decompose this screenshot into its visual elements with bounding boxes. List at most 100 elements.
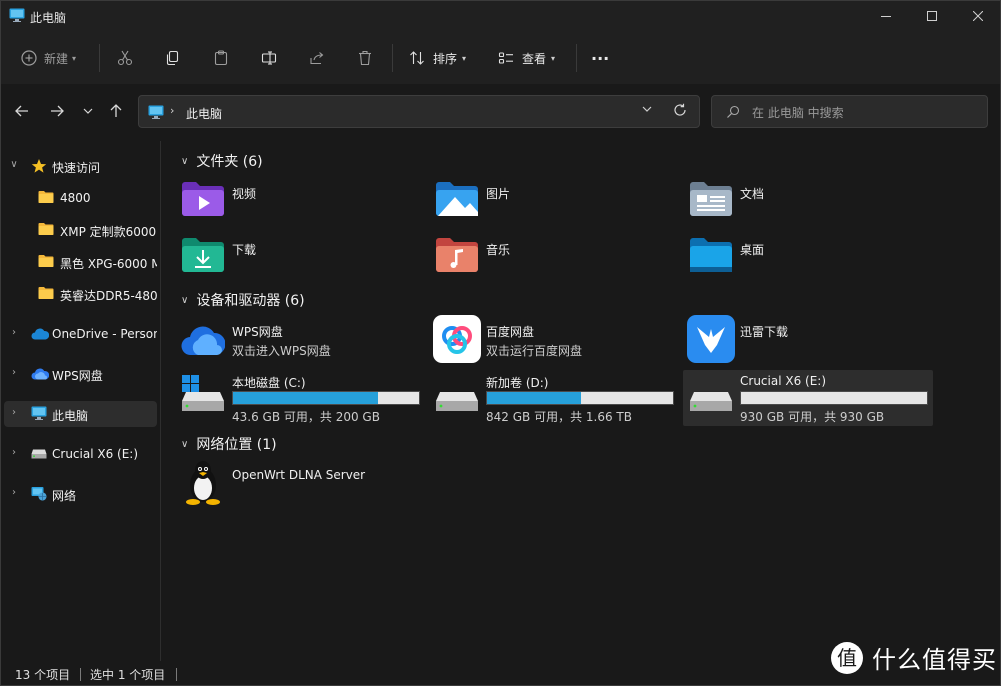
folder-documents[interactable]: 文档: [689, 181, 939, 221]
expand-chevron-icon[interactable]: ›: [9, 487, 19, 498]
sidebar-item-label: 英睿达DDR5-4800: [60, 289, 157, 303]
paste-button[interactable]: [213, 42, 229, 74]
maximize-button[interactable]: [909, 0, 955, 32]
section-header-folders[interactable]: ∨ 文件夹 (6): [181, 151, 263, 171]
item-label: 音乐: [486, 243, 511, 257]
sidebar-item-label: 4800: [60, 191, 91, 205]
navigation-row: › 此电脑: [0, 84, 1001, 141]
folder-videos[interactable]: 视频: [181, 181, 431, 221]
chevron-down-icon: [83, 108, 93, 114]
breadcrumb[interactable]: 此电脑: [186, 105, 222, 122]
sort-button[interactable]: 排序 ▾: [409, 42, 466, 74]
app-xunlei-download[interactable]: 迅雷下载: [687, 315, 937, 367]
collapse-chevron-icon[interactable]: ∨: [181, 439, 188, 450]
breadcrumb-chevron-icon[interactable]: ›: [170, 104, 174, 117]
arrow-left-icon: [15, 105, 28, 117]
section-header-devices[interactable]: ∨ 设备和驱动器 (6): [181, 290, 305, 310]
trash-icon: [359, 50, 371, 66]
item-label: 本地磁盘 (C:): [232, 376, 306, 390]
drive-usage-bar: [232, 391, 420, 405]
chevron-down-icon: ▾: [551, 53, 556, 63]
wps-cloud-icon: [31, 368, 49, 380]
music-folder-icon: [436, 238, 478, 272]
item-label: Crucial X6 (E:): [740, 374, 827, 388]
cut-button[interactable]: [117, 42, 133, 74]
item-subtitle: 双击进入WPS网盘: [232, 344, 331, 358]
expand-chevron-icon[interactable]: ›: [9, 447, 19, 458]
sidebar-item-network[interactable]: › 网络: [4, 481, 157, 507]
copy-button[interactable]: [165, 42, 181, 74]
folder-icon: [38, 287, 54, 299]
sidebar-item-label: 快速访问: [52, 161, 101, 175]
view-button[interactable]: 查看 ▾: [498, 42, 555, 74]
folder-icon: [38, 191, 54, 203]
app-baidu-netdisk[interactable]: 百度网盘 双击运行百度网盘: [433, 315, 683, 367]
up-button[interactable]: [104, 99, 128, 123]
refresh-button[interactable]: [673, 103, 687, 120]
expand-chevron-icon[interactable]: ›: [9, 407, 19, 418]
arrow-up-icon: [110, 104, 122, 117]
delete-button[interactable]: [357, 42, 373, 74]
sidebar-item-quick-access[interactable]: ∨ 快速访问: [4, 153, 157, 179]
app-wps-drive[interactable]: WPS网盘 双击进入WPS网盘: [181, 317, 431, 365]
sidebar-item-onedrive[interactable]: › OneDrive - Personal: [4, 321, 157, 347]
copy-icon: [166, 50, 179, 66]
folder-pictures[interactable]: 图片: [435, 181, 685, 221]
expand-chevron-icon[interactable]: ∨: [9, 159, 19, 170]
sidebar-item-label: XMP 定制款6000: [60, 225, 157, 239]
sidebar-item-xpg-6000[interactable]: 黑色 XPG-6000 M: [4, 249, 157, 275]
new-button[interactable]: 新建 ▾: [21, 42, 76, 74]
toolbar-divider: [99, 44, 100, 72]
address-bar[interactable]: › 此电脑: [138, 95, 700, 128]
network-icon: [31, 487, 47, 501]
section-title: 文件夹 (6): [196, 154, 263, 170]
minimize-button[interactable]: [863, 0, 909, 32]
wps-cloud-icon: [181, 326, 225, 356]
sidebar-item-xmp-6000[interactable]: XMP 定制款6000: [4, 217, 157, 243]
sidebar-item-crucial-ddr5[interactable]: 英睿达DDR5-4800: [4, 281, 157, 307]
command-bar: 新建 ▾ 排序 ▾ 查看 ▾ ···: [0, 32, 1001, 85]
watermark-text: 什么值得买: [872, 646, 997, 674]
sidebar-item-this-pc[interactable]: › 此电脑: [4, 401, 157, 427]
sidebar-item-4800[interactable]: 4800: [4, 185, 157, 211]
forward-button[interactable]: [45, 99, 69, 123]
sidebar-item-label: 网络: [52, 489, 77, 503]
expand-chevron-icon[interactable]: ›: [9, 327, 19, 338]
title-bar: 此电脑: [0, 0, 1001, 32]
search-box[interactable]: [711, 95, 988, 128]
drive-e-crucial-x6[interactable]: Crucial X6 (E:) 930 GB 可用，共 930 GB: [683, 370, 933, 426]
search-input[interactable]: [750, 102, 979, 124]
item-label: 桌面: [740, 243, 765, 257]
star-icon: [31, 159, 47, 173]
expand-chevron-icon[interactable]: ›: [9, 367, 19, 378]
collapse-chevron-icon[interactable]: ∨: [181, 295, 188, 306]
rename-icon: [261, 51, 277, 65]
view-list-icon: [498, 52, 513, 64]
collapse-chevron-icon[interactable]: ∨: [181, 156, 188, 167]
share-button[interactable]: [309, 42, 325, 74]
recent-locations-button[interactable]: [76, 99, 100, 123]
folder-downloads[interactable]: 下载: [181, 237, 431, 277]
folder-music[interactable]: 音乐: [435, 237, 685, 277]
more-options-button[interactable]: ···: [591, 42, 609, 74]
plus-circle-icon: [21, 50, 37, 66]
sidebar-item-wps-drive[interactable]: › WPS网盘: [4, 361, 157, 387]
back-button[interactable]: [10, 99, 34, 123]
address-history-button[interactable]: [642, 104, 652, 117]
item-label: 下载: [232, 243, 257, 257]
minimize-icon: [881, 16, 891, 17]
sidebar-item-crucial-x6[interactable]: › Crucial X6 (E:): [4, 441, 157, 467]
network-dlna-server[interactable]: OpenWrt DLNA Server: [181, 459, 431, 507]
item-label: 百度网盘: [486, 325, 535, 339]
close-button[interactable]: [955, 0, 1001, 32]
more-icon: ···: [591, 48, 610, 68]
windows-drive-icon: [182, 375, 224, 411]
drive-d[interactable]: 新加卷 (D:) 842 GB 可用，共 1.66 TB: [435, 372, 685, 426]
folder-desktop[interactable]: 桌面: [689, 237, 939, 277]
section-header-network[interactable]: ∨ 网络位置 (1): [181, 434, 277, 454]
chevron-down-icon: ▾: [462, 53, 467, 63]
item-label: 迅雷下载: [740, 325, 789, 339]
drive-c[interactable]: 本地磁盘 (C:) 43.6 GB 可用，共 200 GB: [181, 372, 431, 426]
maximize-icon: [927, 11, 937, 21]
rename-button[interactable]: [261, 42, 277, 74]
